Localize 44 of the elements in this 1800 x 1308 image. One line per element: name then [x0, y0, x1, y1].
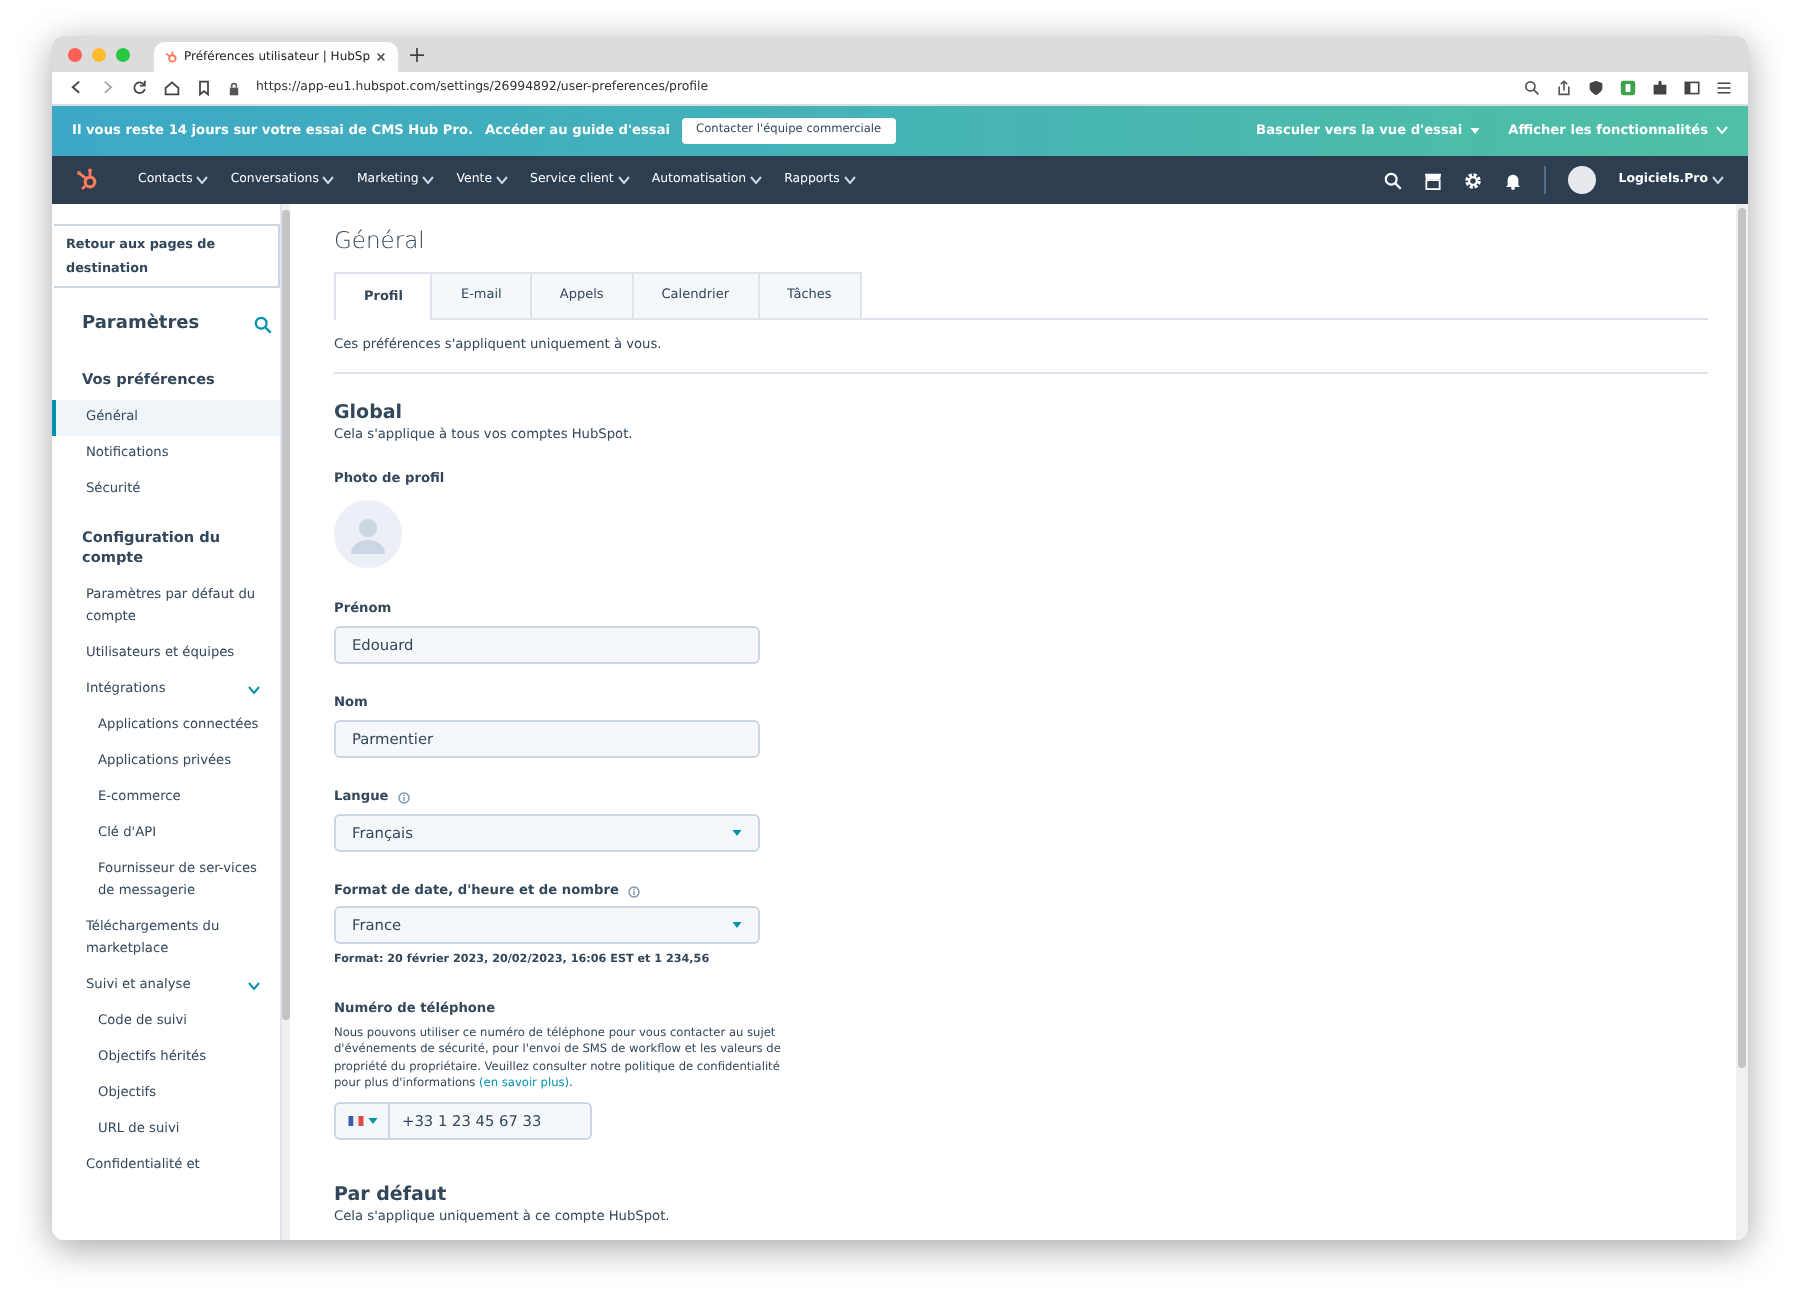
section-heading: Par défaut [334, 1183, 449, 1208]
caret-icon [732, 922, 742, 929]
chevron-down-icon[interactable] [248, 685, 260, 693]
country-dropdown[interactable] [334, 1101, 390, 1140]
extension-icon[interactable] [1620, 80, 1636, 96]
caret-icon [367, 1117, 377, 1124]
chevron-down-icon [196, 175, 209, 184]
menu-icon[interactable] [1716, 80, 1732, 96]
scrollbar-thumb[interactable] [1738, 208, 1746, 1068]
bookmark-icon[interactable] [196, 80, 212, 96]
chevron-down-icon [1716, 126, 1728, 135]
chevron-down-icon [750, 175, 763, 184]
chevron-down-icon [322, 175, 335, 184]
bell-icon[interactable] [1504, 171, 1523, 189]
plus-icon[interactable] [410, 47, 424, 61]
info-icon[interactable] [628, 885, 641, 898]
section-heading: Global [334, 402, 405, 427]
chevron-down-icon [496, 175, 509, 184]
settings-icon[interactable] [1464, 171, 1483, 189]
chevron-down-icon [617, 175, 630, 184]
chevron-down-icon [1712, 175, 1724, 184]
share-icon[interactable] [1556, 80, 1572, 96]
avatar-icon [1568, 166, 1597, 194]
logo-icon[interactable] [76, 168, 100, 192]
shield-icon[interactable] [1588, 80, 1604, 96]
close-icon[interactable] [376, 52, 387, 62]
page-title: Général [334, 224, 427, 258]
lock-icon [228, 81, 240, 95]
chevron-down-icon [422, 175, 435, 184]
reload-icon[interactable] [132, 80, 148, 96]
sidebar-title: Paramètres [82, 312, 200, 338]
zoom-icon[interactable] [1524, 80, 1540, 96]
info-icon[interactable] [398, 791, 411, 804]
store-icon[interactable] [1424, 171, 1443, 189]
home-icon[interactable] [164, 80, 180, 96]
search-icon[interactable] [1384, 171, 1403, 189]
chevron-down-icon [843, 175, 856, 184]
scrollbar-thumb[interactable] [282, 210, 290, 1020]
chevron-down-icon[interactable] [248, 981, 260, 989]
caret-icon [732, 829, 742, 836]
logo-icon [164, 50, 178, 64]
caret-icon [1470, 127, 1481, 134]
sidebar-icon[interactable] [1684, 80, 1700, 96]
flag-icon [347, 1115, 363, 1126]
